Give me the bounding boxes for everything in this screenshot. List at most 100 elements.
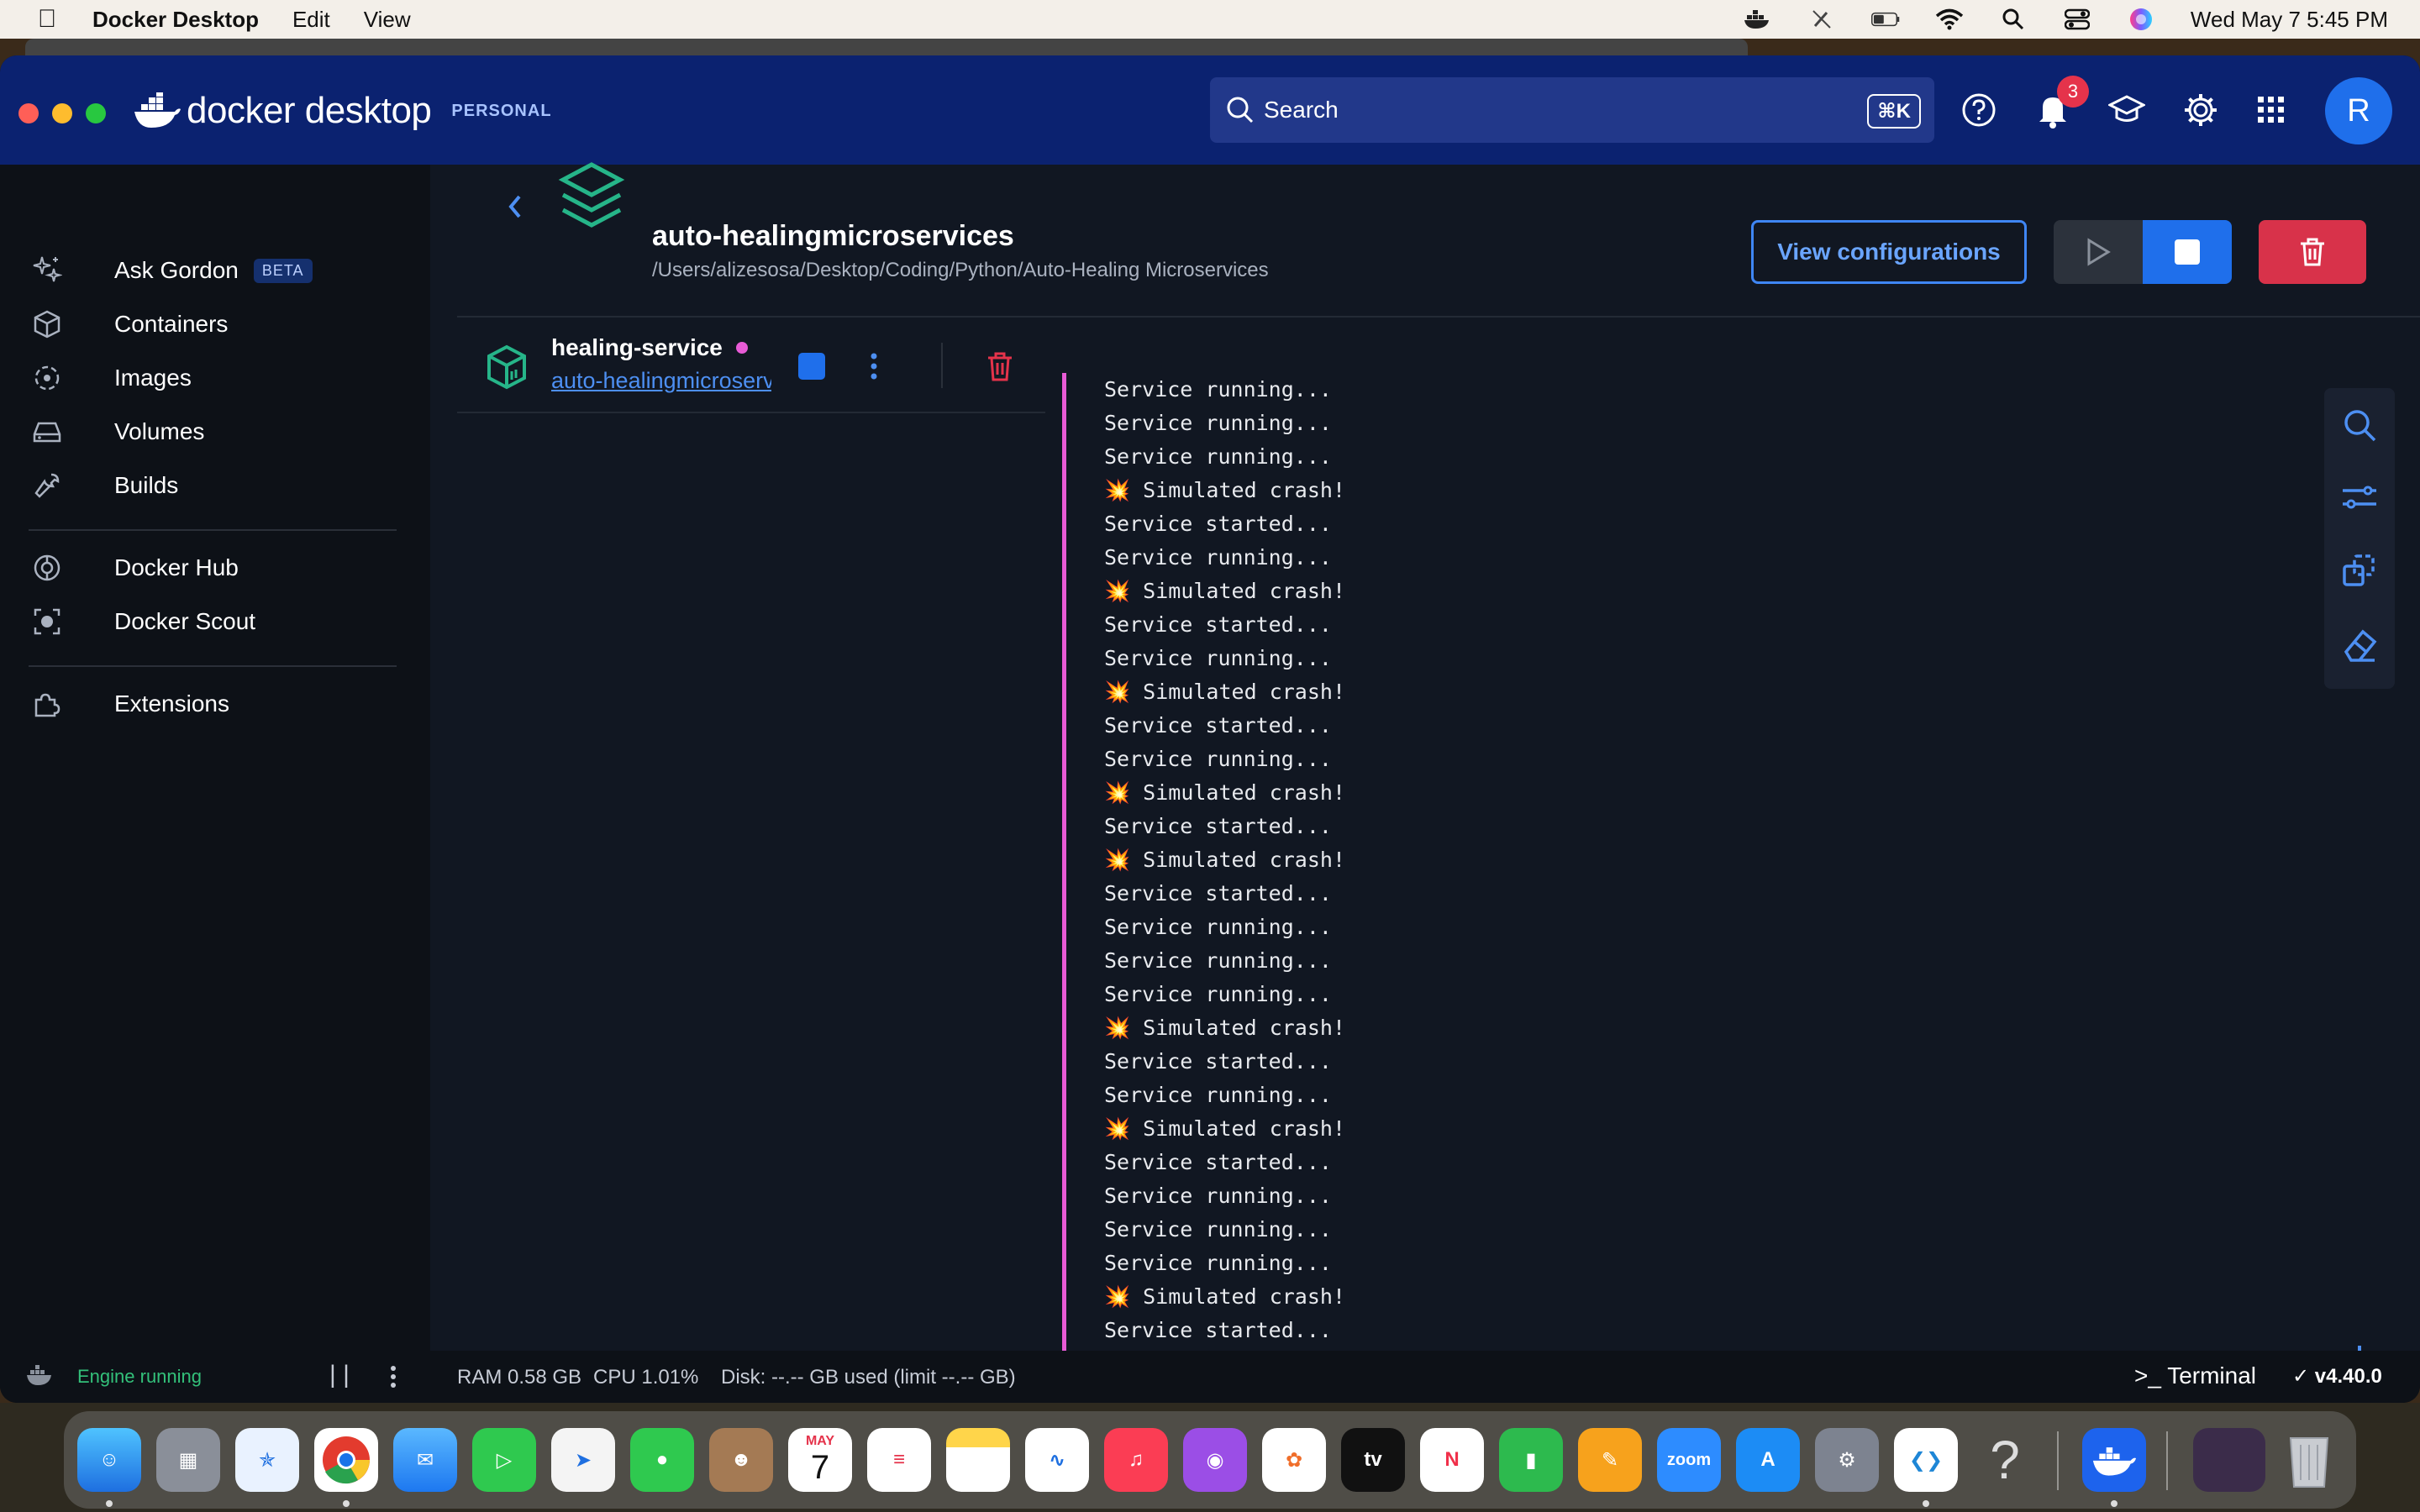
sidebar-item-label: Docker Hub [114,554,239,580]
system-settings-icon[interactable]: ⚙ [1815,1428,1879,1492]
sidebar-item-label: Images [114,365,192,391]
trash-bin-icon[interactable] [2277,1428,2341,1492]
running-indicator [343,1500,350,1507]
check-icon: ✓ [2292,1365,2315,1388]
calendar-icon[interactable]: MAY 7 [788,1428,852,1492]
wrench-icon [29,467,66,504]
reminders-icon[interactable]: ≡ [867,1428,931,1492]
more-options-icon[interactable] [865,349,882,383]
numbers-icon[interactable]: ▮ [1499,1428,1563,1492]
menu-edit[interactable]: Edit [292,7,330,33]
log-line: Service running... [1104,646,1332,670]
user-avatar[interactable]: R [2325,77,2392,144]
zoom-window-button[interactable] [86,103,106,123]
service-name: healing-service [551,334,748,361]
launchpad-icon[interactable]: ▦ [156,1428,220,1492]
service-delete-icon[interactable] [983,349,1017,383]
spotlight-search-icon[interactable] [1999,7,2028,32]
photos-icon[interactable]: ✿ [1262,1428,1326,1492]
apple-menu-icon[interactable]:  [32,5,62,34]
log-line: 💥 Simulated crash! [1104,680,1345,704]
news-icon[interactable]: N [1420,1428,1484,1492]
search-shortcut-hint: ⌘K [1867,94,1921,129]
podcasts-icon[interactable]: ◉ [1183,1428,1247,1492]
log-filter-icon[interactable] [2339,477,2380,517]
maps-icon[interactable]: ➤ [551,1428,615,1492]
docker-dock-icon[interactable] [2082,1428,2146,1492]
siri-icon[interactable] [2127,7,2155,32]
unknown-app-question-icon[interactable]: ? [1973,1428,2037,1492]
back-chevron-icon[interactable] [502,190,528,223]
menubar-clock[interactable]: Wed May 7 5:45 PM [2191,7,2388,33]
facetime-icon[interactable]: ▷ [472,1428,536,1492]
macos-dock: ☺ ▦ ✯ ✉ ▷ ➤ ● ☻ MAY 7 ≡ ∿ ♫ ◉ ✿ tv N ▮ ✎… [64,1411,2356,1509]
help-icon[interactable] [1958,89,2000,131]
log-line: Service started... [1104,612,1332,637]
sidebar-item-images[interactable]: Images [29,353,192,403]
minimize-window-button[interactable] [52,103,72,123]
wifi-icon[interactable] [1935,7,1964,32]
docker-desktop-logo: docker desktop PERSONAL [133,87,552,134]
delete-button[interactable] [2259,220,2366,284]
tv-label: tv [1364,1448,1382,1471]
log-line: Service running... [1104,545,1332,570]
app-store-icon[interactable]: A [1736,1428,1800,1492]
engine-status: Engine running [77,1366,203,1387]
close-window-button[interactable] [18,103,39,123]
service-stop-button[interactable] [798,353,825,380]
notes-icon[interactable] [946,1428,1010,1492]
engine-menu-icon[interactable] [388,1362,398,1391]
pause-engine-icon[interactable]: | | [329,1361,350,1389]
row-separator [941,343,943,388]
zoom-icon[interactable]: zoom [1657,1428,1721,1492]
contacts-icon[interactable]: ☻ [709,1428,773,1492]
view-configurations-button[interactable]: View configurations [1751,220,2027,284]
docker-menubar-icon[interactable] [1744,7,1772,32]
minimized-window-thumbnail[interactable] [2193,1428,2265,1492]
copy-logs-icon[interactable] [2339,551,2380,591]
log-line: Service running... [1104,1083,1332,1107]
sidebar-item-containers[interactable]: Containers [29,299,228,349]
sidebar-item-ask-gordon[interactable]: Ask Gordon BETA [29,245,313,296]
log-line: 💥 Simulated crash! [1104,478,1345,502]
apps-grid-icon[interactable] [2250,89,2292,131]
finder-icon[interactable]: ☺ [77,1428,141,1492]
settings-gear-icon[interactable] [2180,89,2222,131]
background-window-edge [25,39,1748,55]
learning-center-icon[interactable] [2106,89,2148,131]
sidebar-item-docker-hub[interactable]: Docker Hub [29,543,239,593]
chrome-icon[interactable] [314,1428,378,1492]
hub-icon [29,549,66,586]
menu-app-name[interactable]: Docker Desktop [92,7,259,33]
sidebar-item-label: Ask Gordon [114,257,239,283]
control-center-icon[interactable] [2063,7,2091,32]
sidebar-item-docker-scout[interactable]: Docker Scout [29,596,255,647]
stop-button[interactable] [2143,220,2232,284]
service-list-item[interactable]: healing-service auto-healingmicroservice… [457,318,1045,413]
battery-icon[interactable] [1870,7,1900,32]
container-log-output[interactable]: Service running... Service running... Serv… [1104,373,2297,1381]
start-button[interactable] [2054,220,2143,284]
freeform-icon[interactable]: ∿ [1025,1428,1089,1492]
clear-logs-eraser-icon[interactable] [2339,625,2380,665]
terminal-button[interactable]: >_ Terminal [2134,1362,2256,1389]
sidebar-item-volumes[interactable]: Volumes [29,407,204,457]
log-search-icon[interactable] [2339,405,2380,445]
vscode-icon[interactable]: ❮❯ [1894,1428,1958,1492]
menu-view[interactable]: View [364,7,411,33]
sidebar-item-extensions[interactable]: Extensions [29,679,229,729]
music-icon[interactable]: ♫ [1104,1428,1168,1492]
safari-icon[interactable]: ✯ [235,1428,299,1492]
apple-tv-icon[interactable]: tv [1341,1428,1405,1492]
pen-slash-icon[interactable] [1807,7,1836,32]
service-status-dot [735,342,748,354]
log-line: Service running... [1104,915,1332,939]
pages-icon[interactable]: ✎ [1578,1428,1642,1492]
log-line: Service running... [1104,411,1332,435]
service-container-link[interactable]: auto-healingmicroservices [551,368,771,394]
mail-icon[interactable]: ✉ [393,1428,457,1492]
scout-icon [29,603,66,640]
sidebar-item-builds[interactable]: Builds [29,460,178,511]
global-search-bar[interactable]: Search ⌘K [1210,77,1934,143]
messages-icon[interactable]: ● [630,1428,694,1492]
